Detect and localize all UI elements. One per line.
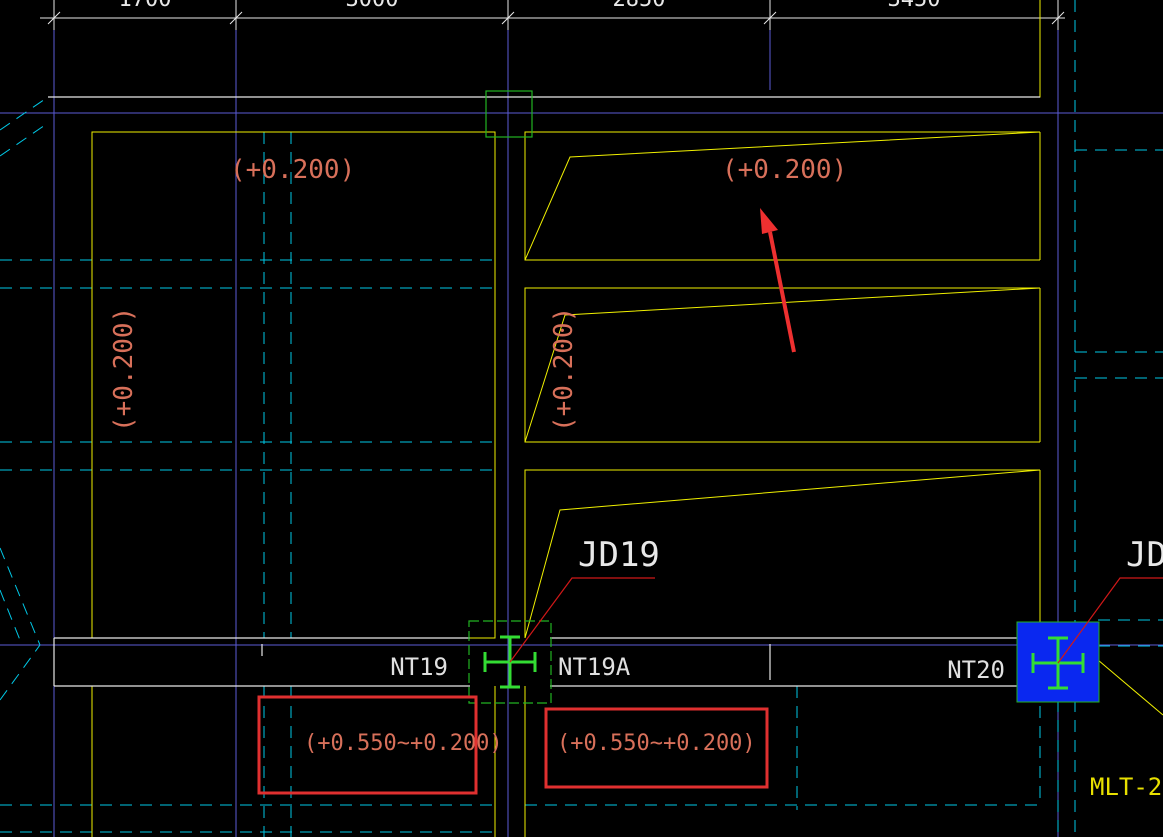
elevation-label-top-left[interactable]: (+0.200) bbox=[230, 155, 355, 185]
elevation-label-center-vertical[interactable]: (+0.200) bbox=[549, 307, 579, 432]
dimension-value-2: 3000 bbox=[346, 0, 399, 12]
beam-label-nt19a[interactable]: NT19A bbox=[558, 653, 631, 681]
elevation-label-bottom-left[interactable]: (+0.550~+0.200) bbox=[304, 731, 503, 756]
joint-label-jd19[interactable]: JD19 bbox=[578, 535, 660, 575]
beam-outlines bbox=[48, 96, 1040, 687]
elevation-label-top-right[interactable]: (+0.200) bbox=[722, 155, 847, 185]
beam-labels: NT19 NT19A NT20 bbox=[390, 653, 1005, 684]
elevation-labels: (+0.200) (+0.200) (+0.200) (+0.200) bbox=[109, 155, 847, 432]
beam-label-nt19[interactable]: NT19 bbox=[390, 653, 448, 681]
elevation-label-bottom-right[interactable]: (+0.550~+0.200) bbox=[557, 731, 756, 756]
dimension-values: 1700 3000 2850 3450 bbox=[119, 0, 941, 12]
elevation-labels-bottom: (+0.550~+0.200) (+0.550~+0.200) bbox=[304, 731, 756, 756]
elevation-label-left-vertical[interactable]: (+0.200) bbox=[109, 307, 139, 432]
dimension-value-4: 3450 bbox=[888, 0, 941, 12]
cad-drawing-canvas[interactable]: 1700 3000 2850 3450 bbox=[0, 0, 1163, 837]
beam-label-nt20[interactable]: NT20 bbox=[947, 656, 1005, 684]
joint-label-jd-cut[interactable]: JD bbox=[1126, 535, 1163, 575]
hidden-lines bbox=[0, 0, 1163, 837]
wall-label-mlt2[interactable]: MLT-2 bbox=[1090, 773, 1162, 801]
dimension-value-3: 2850 bbox=[613, 0, 666, 12]
dimension-value-1: 1700 bbox=[119, 0, 172, 12]
column-top[interactable] bbox=[485, 90, 533, 138]
slab-boundaries bbox=[48, 0, 1163, 837]
axis-lines bbox=[0, 0, 1163, 837]
arrow-annotation bbox=[760, 208, 796, 353]
